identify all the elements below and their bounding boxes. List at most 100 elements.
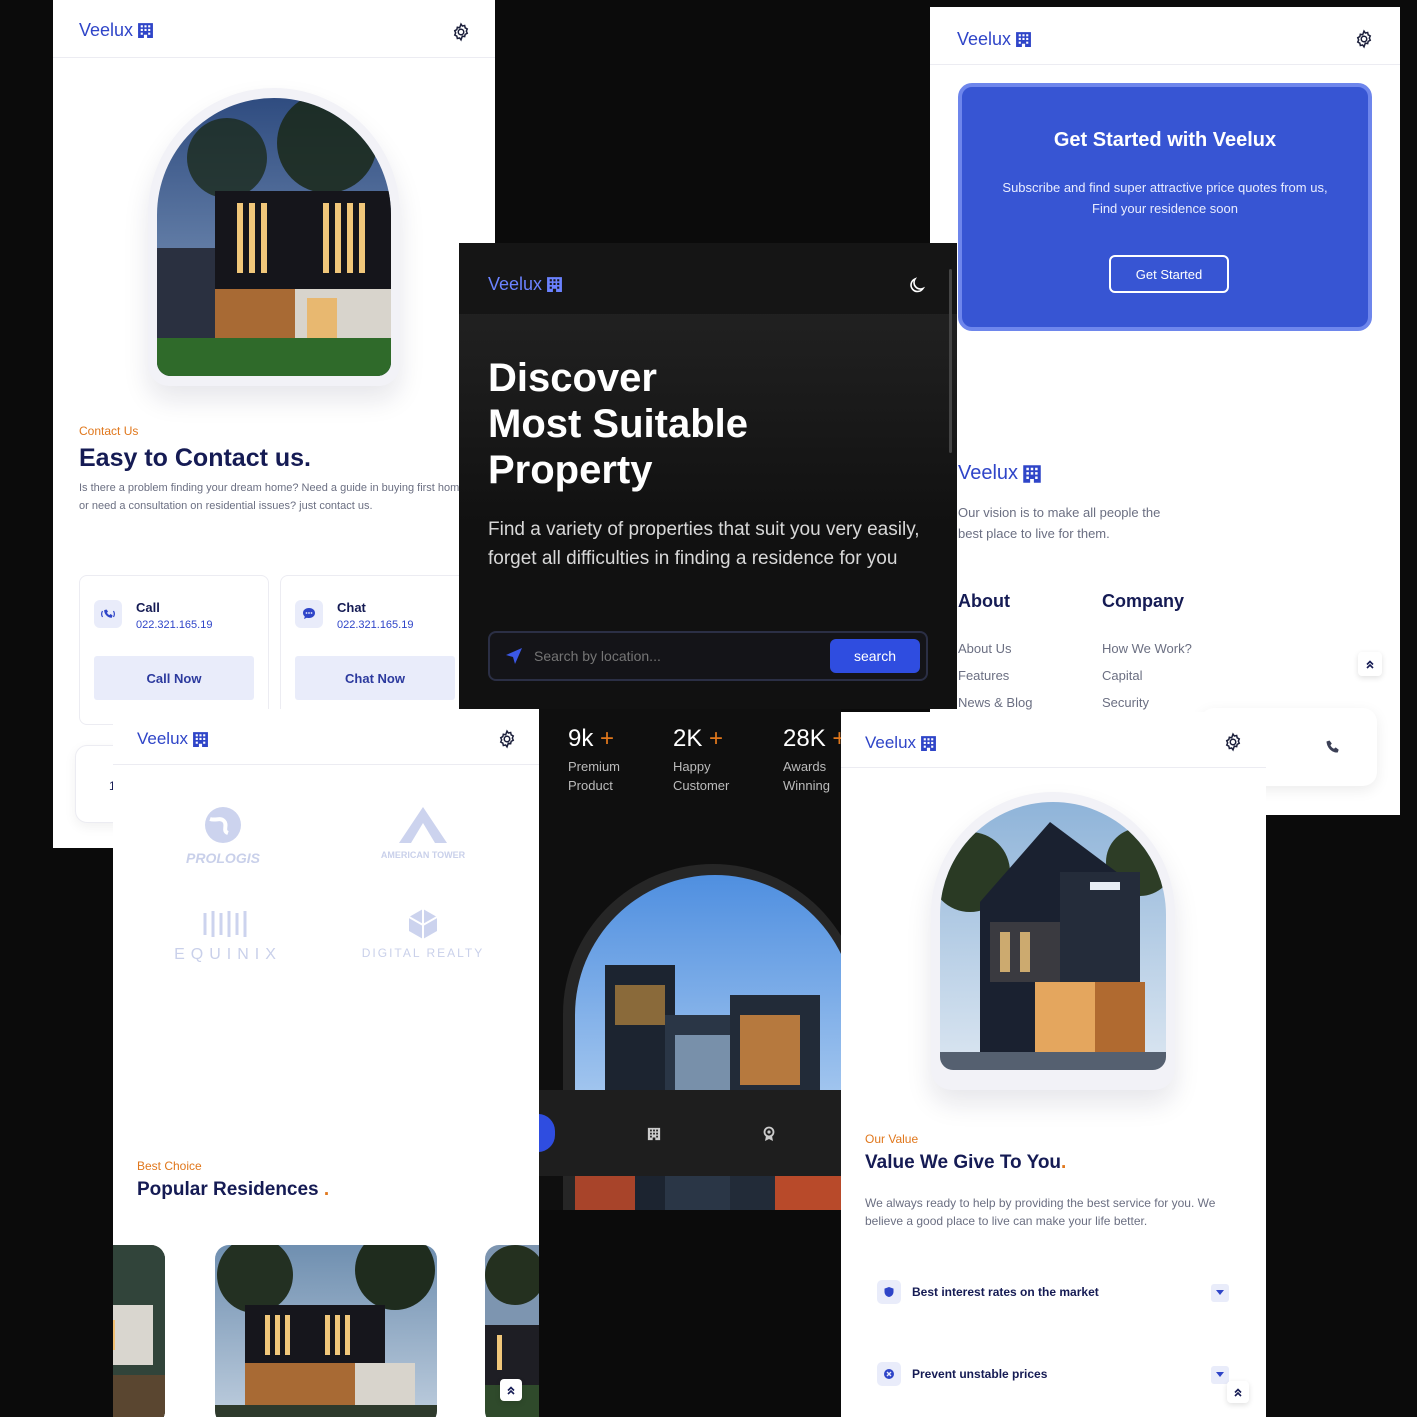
dark-header: Veelux [459,243,957,314]
scroll-to-top-button[interactable] [500,1379,522,1401]
footer-vision: Our vision is to make all people the bes… [958,505,1161,541]
stat-plus: + [709,725,724,752]
building-icon [920,735,937,752]
tower-icon [399,807,447,843]
residence-card-prev[interactable] [113,1245,165,1417]
call-now-button[interactable]: Call Now [94,656,254,700]
stat-awards: 28K + Awards Winning [783,725,841,793]
brand-name: Veelux [865,733,917,752]
contact-body: Is there a problem finding your dream ho… [79,482,472,512]
footer-link-news-blog[interactable]: News & Blog [958,695,1032,710]
footer-company-heading: Company [1102,591,1185,611]
partner-logo-digital-realty: DIGITAL REALTY [353,907,493,960]
cta-body: Subscribe and find super attractive pric… [1002,180,1328,216]
partner-name: AMERICAN TOWER [380,850,466,860]
brand-name: Veelux [488,274,543,294]
globe-icon [205,807,241,843]
scroll-to-top-button[interactable] [1358,652,1382,676]
close-circle-icon [877,1362,901,1386]
contact-title: Easy to Contact us. [79,444,311,472]
phone-icon[interactable] [1325,739,1341,755]
double-chevron-up-icon [1364,658,1376,670]
app-header: Veelux [53,0,495,58]
house-illustration [157,98,391,376]
residence-house-illustration [215,1245,437,1417]
double-chevron-up-icon [505,1384,517,1396]
brand-logo[interactable]: Veelux [488,274,563,295]
call-card: Call 022.321.165.19 Call Now [79,575,269,725]
hero-scrollbar[interactable] [949,269,952,453]
search-button[interactable]: search [830,639,920,673]
partner-name: DIGITAL REALTY [361,946,485,960]
modern-house-illustration [940,802,1166,1070]
partner-name: PROLOGIS [186,850,260,866]
residences-title-dot: . [323,1179,330,1200]
call-number: 022.321.165.19 [136,619,213,631]
get-started-banner: Get Started with Veelux Subscribe and fi… [958,83,1372,331]
cube-icon [408,909,438,939]
building-icon [1022,464,1042,484]
residences-title-text: Popular Residences [137,1179,319,1200]
hero-title-line-2: Most Suitable [488,402,749,446]
stat-label: Product [568,778,613,793]
footer-link-features[interactable]: Features [958,668,1009,683]
brand-logo[interactable]: Veelux [137,729,209,749]
scroll-to-top-button[interactable] [1227,1381,1249,1403]
settings-gear-icon[interactable] [1354,29,1374,49]
phone-ring-icon [94,600,122,628]
settings-gear-icon[interactable] [497,729,517,749]
brand-name: Veelux [957,29,1012,49]
value-accordion-item[interactable]: Prevent unstable prices [877,1362,1229,1388]
chevron-down-icon[interactable] [1211,1284,1229,1302]
value-accordion-item[interactable]: Best interest rates on the market [877,1280,1229,1306]
chat-now-button[interactable]: Chat Now [295,656,455,700]
footer-link-capital[interactable]: Capital [1102,668,1142,683]
location-arrow-icon [506,648,522,664]
shield-icon [877,1280,901,1304]
nav-award-icon[interactable] [761,1126,777,1142]
residence-card-main[interactable] [215,1245,437,1417]
call-label: Call [136,600,160,615]
chat-label: Chat [337,600,366,615]
building-icon [192,731,209,748]
nav-home-active[interactable] [539,1114,555,1152]
footer-link-how-we-work[interactable]: How We Work? [1102,641,1192,656]
equinix-icon [203,911,247,937]
building-icon [1015,31,1032,48]
nav-building-icon[interactable] [647,1126,661,1142]
residences-title: Popular Residences . [137,1179,329,1201]
partner-logo-american-tower: AMERICAN TOWER [348,805,498,860]
stat-value: 9k [568,725,594,752]
brand-logo[interactable]: Veelux [957,29,1032,50]
footer-link-security[interactable]: Security [1102,695,1149,710]
stat-label: Winning [783,778,830,793]
app-header: Veelux [930,7,1400,65]
partners-residences-screen: Veelux PROLOGIS AMERICAN TOWER EQUINIX D… [113,709,539,1417]
search-input[interactable] [534,645,774,667]
moon-icon[interactable] [908,275,928,295]
brand-logo[interactable]: Veelux [79,20,154,41]
building-icon [546,276,563,293]
value-title-dot: . [1061,1152,1067,1173]
app-header: Veelux [841,712,1266,768]
contact-eyebrow: Contact Us [79,424,139,438]
stat-label: Happy [673,759,711,774]
double-chevron-up-icon [1232,1386,1244,1398]
building-icon [137,22,154,39]
brand-logo[interactable]: Veelux [865,733,937,753]
settings-gear-icon[interactable] [1223,732,1243,752]
footer-brand-logo[interactable]: Veelux [958,462,1042,485]
get-started-button[interactable]: Get Started [1109,255,1229,293]
chat-bubble-icon [295,600,323,628]
stat-plus: + [600,725,615,752]
app-header: Veelux [113,709,539,765]
stat-value: 28K [783,725,826,752]
settings-gear-icon[interactable] [451,22,471,42]
chevron-down-icon[interactable] [1211,1366,1229,1384]
house-image [157,98,391,376]
residences-eyebrow: Best Choice [137,1159,202,1173]
footer-link-about-us[interactable]: About Us [958,641,1011,656]
stat-label: Awards [783,759,827,774]
value-screen: Veelux Our Value Value We Give To You. W… [841,712,1266,1417]
stat-label: Customer [673,778,730,793]
